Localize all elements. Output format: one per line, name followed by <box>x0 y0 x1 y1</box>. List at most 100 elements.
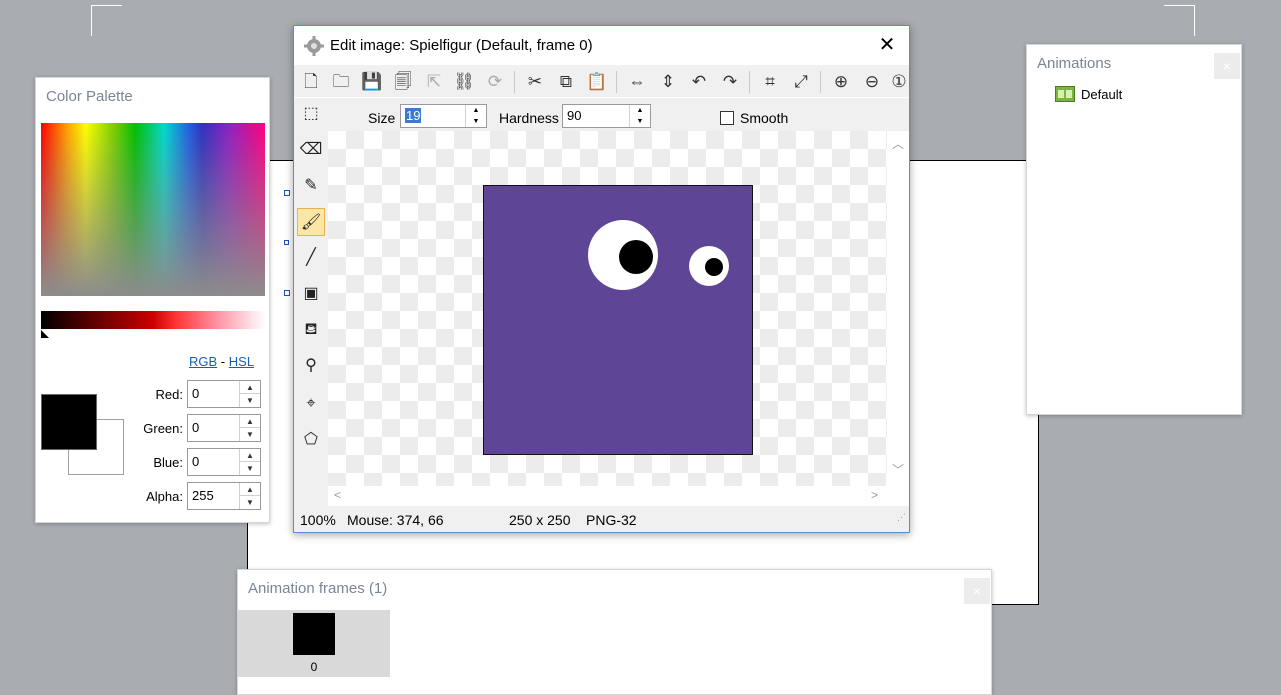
crop-icon[interactable]: ⌗ <box>759 71 781 93</box>
animation-item-default[interactable]: Default <box>1055 86 1122 102</box>
scroll-up-icon[interactable]: ︿ <box>892 135 904 152</box>
image-editor-window: Edit image: Spielfigur (Default, frame 0… <box>293 25 910 533</box>
spin-up-icon[interactable]: ▲ <box>240 381 260 394</box>
polygon-icon[interactable]: ⬠ <box>297 426 325 454</box>
green-row: Green: ▲▼ <box>131 414 261 442</box>
export-icon[interactable]: ⇱ <box>423 71 445 93</box>
zoom-reset-icon[interactable]: ① <box>890 71 908 93</box>
image-canvas[interactable] <box>328 131 887 486</box>
spin-up-icon[interactable]: ▲ <box>630 105 650 116</box>
film-strip-icon <box>1055 86 1075 102</box>
vertical-scrollbar[interactable]: ︿ ﹀ <box>887 131 909 486</box>
spin-up-icon[interactable]: ▲ <box>240 483 260 496</box>
blue-label: Blue: <box>153 455 183 470</box>
spin-down-icon[interactable]: ▼ <box>466 116 486 127</box>
line-icon[interactable]: ╱ <box>297 244 325 272</box>
spin-down-icon[interactable]: ▼ <box>240 394 260 407</box>
spin-down-icon[interactable]: ▼ <box>240 428 260 441</box>
red-input[interactable] <box>192 386 236 401</box>
close-icon[interactable]: × <box>964 578 990 604</box>
animation-frames-panel: Animation frames (1) × 0 <box>237 569 992 695</box>
pencil-icon[interactable]: ✎ <box>297 172 325 200</box>
brush-icon[interactable]: 🖌 <box>297 208 325 236</box>
close-icon[interactable]: × <box>1214 53 1240 79</box>
blue-stepper[interactable]: ▲▼ <box>187 448 261 476</box>
scroll-down-icon[interactable]: ﹀ <box>892 461 904 478</box>
rotate-right-icon[interactable]: ↷ <box>719 71 741 93</box>
spin-down-icon[interactable]: ▼ <box>240 462 260 475</box>
left-eye <box>588 220 658 290</box>
hardness-label: Hardness <box>499 110 559 126</box>
flip-horizontal-icon[interactable]: ⇔ <box>626 71 648 93</box>
zoom-in-icon[interactable]: ⊕ <box>830 71 852 93</box>
title-bar[interactable]: Edit image: Spielfigur (Default, frame 0… <box>294 26 909 64</box>
size-label: Size <box>368 110 396 126</box>
sprite-image[interactable] <box>483 185 753 455</box>
link-icon[interactable]: ⛓ <box>453 71 475 93</box>
size-stepper[interactable]: 19 ▲ ▼ <box>400 104 487 128</box>
eyedropper-icon[interactable]: ⚲ <box>297 352 325 380</box>
right-eye <box>689 246 729 286</box>
open-folder-icon[interactable]: 🗀 <box>330 71 352 93</box>
resize-grip-icon[interactable]: ⋰ <box>897 512 907 522</box>
origin-icon[interactable]: ⌖ <box>297 390 325 418</box>
main-toolbar: 🗋 🗀 💾 🗐 ⇱ ⛓ ⟳ ✂ ⧉ 📋 ⇔ ⇕ ↶ ↷ ⌗ ⤢ ⊕ ⊖ ① <box>294 65 909 97</box>
spin-up-icon[interactable]: ▲ <box>240 415 260 428</box>
panel-title: Animations <box>1037 55 1112 72</box>
size-input[interactable]: 19 <box>405 108 422 123</box>
copy-icon[interactable]: ⧉ <box>555 71 577 93</box>
spin-down-icon[interactable]: ▼ <box>630 116 650 127</box>
eraser-icon[interactable]: ⌫ <box>297 136 325 164</box>
lightness-slider[interactable] <box>41 311 265 329</box>
toolbar-separator <box>514 71 515 93</box>
zoom-out-icon[interactable]: ⊖ <box>861 71 883 93</box>
window-title: Edit image: Spielfigur (Default, frame 0… <box>330 37 593 54</box>
scroll-left-icon[interactable]: < <box>334 488 341 502</box>
gear-icon <box>304 36 324 56</box>
resize-handle[interactable] <box>284 240 289 245</box>
horizontal-scrollbar[interactable]: < > <box>328 486 887 506</box>
save-icon[interactable]: 💾 <box>361 71 383 93</box>
selection-icon[interactable]: ⬚ <box>297 100 325 128</box>
resize-handle[interactable] <box>284 190 290 196</box>
rectangle-icon[interactable]: ▣ <box>297 280 325 308</box>
resize-icon[interactable]: ⤢ <box>790 71 812 93</box>
close-icon[interactable]: ✕ <box>874 32 900 58</box>
mode-separator: - <box>220 354 226 369</box>
red-row: Red: ▲▼ <box>131 380 261 408</box>
tool-palette: ⬚ ⌫ ✎ 🖌 ╱ ▣ ⛾ ⚲ ⌖ ⬠ <box>294 98 328 506</box>
blue-row: Blue: ▲▼ <box>131 448 261 476</box>
new-file-icon[interactable]: 🗋 <box>300 71 322 93</box>
rgb-mode-link[interactable]: RGB <box>189 354 217 369</box>
green-input[interactable] <box>192 420 236 435</box>
smooth-checkbox[interactable] <box>720 111 734 125</box>
primary-color-swatch[interactable] <box>41 394 97 450</box>
spin-up-icon[interactable]: ▲ <box>466 105 486 116</box>
flip-vertical-icon[interactable]: ⇕ <box>657 71 679 93</box>
panel-title: Animation frames (1) <box>248 580 388 597</box>
hardness-stepper[interactable]: 90 ▲ ▼ <box>562 104 651 128</box>
scroll-right-icon[interactable]: > <box>871 488 878 502</box>
frame-index: 0 <box>310 660 318 674</box>
spin-down-icon[interactable]: ▼ <box>240 496 260 509</box>
blue-input[interactable] <box>192 454 236 469</box>
paste-icon[interactable]: 📋 <box>586 71 608 93</box>
refresh-icon[interactable]: ⟳ <box>484 71 506 93</box>
color-mode-links: RGB - HSL <box>189 354 254 369</box>
alpha-input[interactable] <box>192 488 236 503</box>
rotate-left-icon[interactable]: ↶ <box>688 71 710 93</box>
alpha-row: Alpha: ▲▼ <box>131 482 261 510</box>
hardness-input[interactable]: 90 <box>567 108 581 123</box>
hsl-mode-link[interactable]: HSL <box>229 354 254 369</box>
green-stepper[interactable]: ▲▼ <box>187 414 261 442</box>
resize-handle[interactable] <box>284 290 290 296</box>
save-copy-icon[interactable]: 🗐 <box>392 71 414 93</box>
fill-bucket-icon[interactable]: ⛾ <box>297 316 325 344</box>
spin-up-icon[interactable]: ▲ <box>240 449 260 462</box>
frame-item[interactable]: 0 <box>238 610 390 677</box>
cut-icon[interactable]: ✂ <box>524 71 546 93</box>
alpha-stepper[interactable]: ▲▼ <box>187 482 261 510</box>
lightness-marker-icon[interactable] <box>41 330 49 338</box>
color-spectrum[interactable] <box>41 123 265 296</box>
red-stepper[interactable]: ▲▼ <box>187 380 261 408</box>
